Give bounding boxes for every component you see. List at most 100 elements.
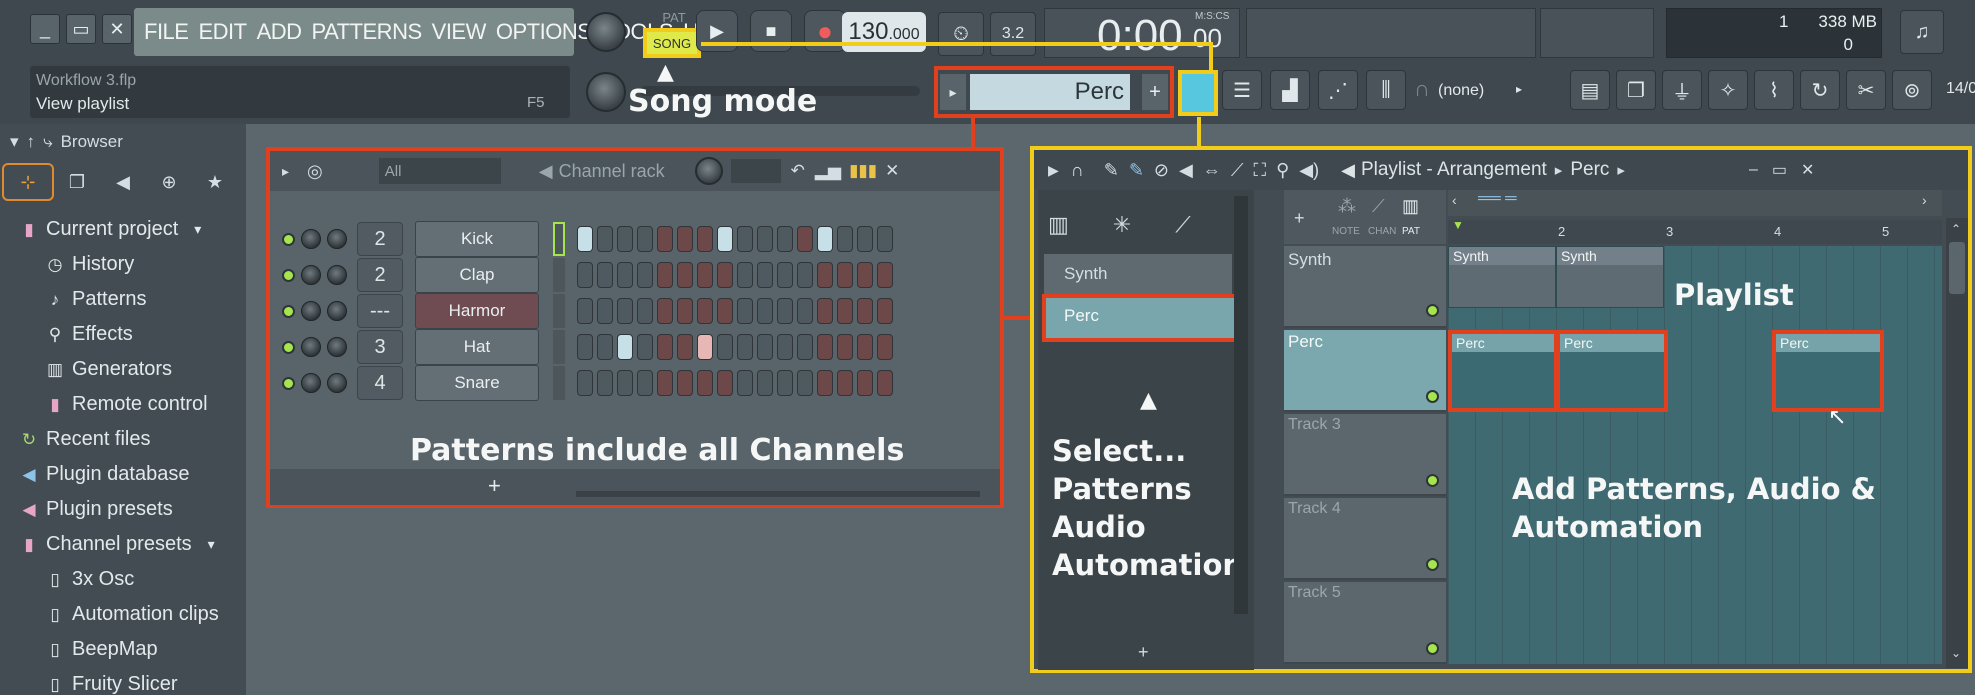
note-icon[interactable]: ⁂ [1338, 196, 1356, 217]
arrangement-grid[interactable]: Synth Synth Perc Perc Perc ↖ Playlist Ad… [1448, 246, 1942, 664]
pan-knob[interactable] [301, 373, 321, 393]
step-button[interactable] [677, 334, 693, 360]
pan-knob[interactable] [301, 265, 321, 285]
step-button[interactable] [857, 226, 873, 252]
tempo-display[interactable]: 130 .000 [842, 12, 926, 52]
step-button[interactable] [577, 226, 593, 252]
channel-button-clap[interactable]: Clap [415, 257, 539, 293]
channel-led[interactable] [282, 376, 295, 390]
step-button[interactable] [697, 370, 713, 396]
step-button[interactable] [797, 298, 813, 324]
close-icon[interactable]: ✕ [1801, 160, 1814, 180]
volume-knob[interactable] [327, 337, 347, 357]
mixer-icon[interactable]: ⫼ [1366, 70, 1406, 110]
step-button[interactable] [697, 298, 713, 324]
mixer-track-number[interactable]: 2 [357, 258, 403, 292]
menu-edit[interactable]: EDIT [198, 19, 247, 45]
step-button[interactable] [617, 334, 633, 360]
pan-knob[interactable] [301, 301, 321, 321]
clip-synth[interactable]: Synth [1556, 246, 1664, 308]
browser-item-plugin-database[interactable]: ◀ Plugin database [18, 457, 244, 492]
menu-patterns[interactable]: PATTERNS [312, 19, 423, 45]
menu-arrow-icon[interactable]: ▶ [1048, 162, 1059, 179]
browser-item-fruity-slicer[interactable]: ▯ Fruity Slicer [18, 667, 244, 695]
track-led[interactable] [1426, 304, 1439, 317]
step-button[interactable] [617, 370, 633, 396]
all-tab-icon[interactable]: ⊹ [2, 163, 54, 201]
track-header-track-5[interactable]: Track 5 [1284, 582, 1446, 664]
channel-led[interactable] [282, 268, 295, 282]
tab-chan[interactable]: CHAN [1368, 226, 1396, 237]
channel-led[interactable] [282, 304, 295, 318]
slice-icon[interactable]: ⟋ [1231, 160, 1244, 181]
scroll-up-icon[interactable]: ⌃ [1951, 222, 1961, 236]
mixer-track-number[interactable]: 4 [357, 366, 403, 400]
channel-led[interactable] [282, 232, 295, 246]
channel-button-kick[interactable]: Kick [415, 221, 539, 257]
step-button[interactable] [677, 370, 693, 396]
minimize-icon[interactable]: – [1749, 161, 1758, 179]
channel-select[interactable] [553, 366, 565, 400]
step-button[interactable] [617, 226, 633, 252]
step-button[interactable] [657, 226, 673, 252]
channel-select[interactable] [553, 258, 565, 292]
step-button[interactable] [597, 262, 613, 288]
pattern-selector-value[interactable]: Perc [970, 74, 1130, 110]
step-button[interactable] [757, 262, 773, 288]
pencil-icon[interactable]: ✎ [1104, 160, 1119, 181]
slip-icon[interactable]: ⇔ [1203, 160, 1221, 181]
step-button[interactable] [677, 298, 693, 324]
step-button[interactable] [777, 262, 793, 288]
step-button[interactable] [817, 370, 833, 396]
step-button[interactable] [657, 298, 673, 324]
step-button[interactable] [737, 334, 753, 360]
delete-icon[interactable]: ⊘ [1154, 160, 1169, 181]
step-button[interactable] [577, 298, 593, 324]
step-button[interactable] [637, 226, 653, 252]
collapse-icon[interactable]: ▾ [10, 132, 19, 152]
track-led[interactable] [1426, 390, 1439, 403]
file-browser-icon[interactable]: ▤ [1570, 70, 1610, 110]
scroll-right-icon[interactable]: › [1922, 192, 1927, 208]
browser-item-remote-control[interactable]: ▮ Remote control [18, 387, 244, 422]
browser-item-generators[interactable]: ▥ Generators [18, 352, 244, 387]
step-sequencer[interactable] [573, 370, 893, 396]
mixer-track-number[interactable]: 3 [357, 330, 403, 364]
browser-item-channel-presets[interactable]: ▮ Channel presets ▾ [18, 527, 244, 562]
step-button[interactable] [817, 298, 833, 324]
mixer-track-number[interactable]: --- [357, 294, 403, 328]
close-icon[interactable]: ✕ [102, 14, 132, 44]
browser-item-plugin-presets[interactable]: ◀ Plugin presets [18, 492, 244, 527]
piano-roll-icon[interactable]: ▟ [1270, 70, 1310, 110]
step-button[interactable] [757, 334, 773, 360]
wand-icon[interactable]: ✧ [1708, 70, 1748, 110]
playlist-view-button[interactable] [1178, 70, 1218, 116]
pattern-selector[interactable]: ▸ Perc + [934, 66, 1174, 118]
step-button[interactable] [717, 370, 733, 396]
track-header-synth[interactable]: Synth [1284, 246, 1446, 328]
browser-item-history[interactable]: ◷ History [18, 247, 244, 282]
step-button[interactable] [577, 262, 593, 288]
pan-knob[interactable] [301, 229, 321, 249]
step-button[interactable] [777, 370, 793, 396]
step-button[interactable] [617, 298, 633, 324]
step-button[interactable] [877, 298, 893, 324]
channel-select[interactable] [553, 222, 565, 256]
pat-mode-label[interactable]: PAT [648, 10, 700, 30]
tab-pat[interactable]: PAT [1402, 226, 1420, 237]
step-button[interactable] [877, 262, 893, 288]
step-button[interactable] [597, 334, 613, 360]
master-volume-knob[interactable] [586, 12, 626, 52]
step-sequencer[interactable] [573, 298, 893, 324]
star-tab-icon[interactable]: ★ [192, 172, 238, 193]
add-track-button[interactable]: + [1294, 208, 1305, 229]
step-button[interactable] [657, 370, 673, 396]
browser-item-3x-osc[interactable]: ▯ 3x Osc [18, 562, 244, 597]
cut-icon[interactable]: ✂ [1846, 70, 1886, 110]
scroll-down-icon[interactable]: ⌄ [1951, 646, 1961, 660]
step-button[interactable] [637, 370, 653, 396]
step-button[interactable] [797, 334, 813, 360]
steps-display[interactable] [730, 159, 781, 183]
step-button[interactable] [797, 262, 813, 288]
copy-icon[interactable]: ❐ [1616, 70, 1656, 110]
